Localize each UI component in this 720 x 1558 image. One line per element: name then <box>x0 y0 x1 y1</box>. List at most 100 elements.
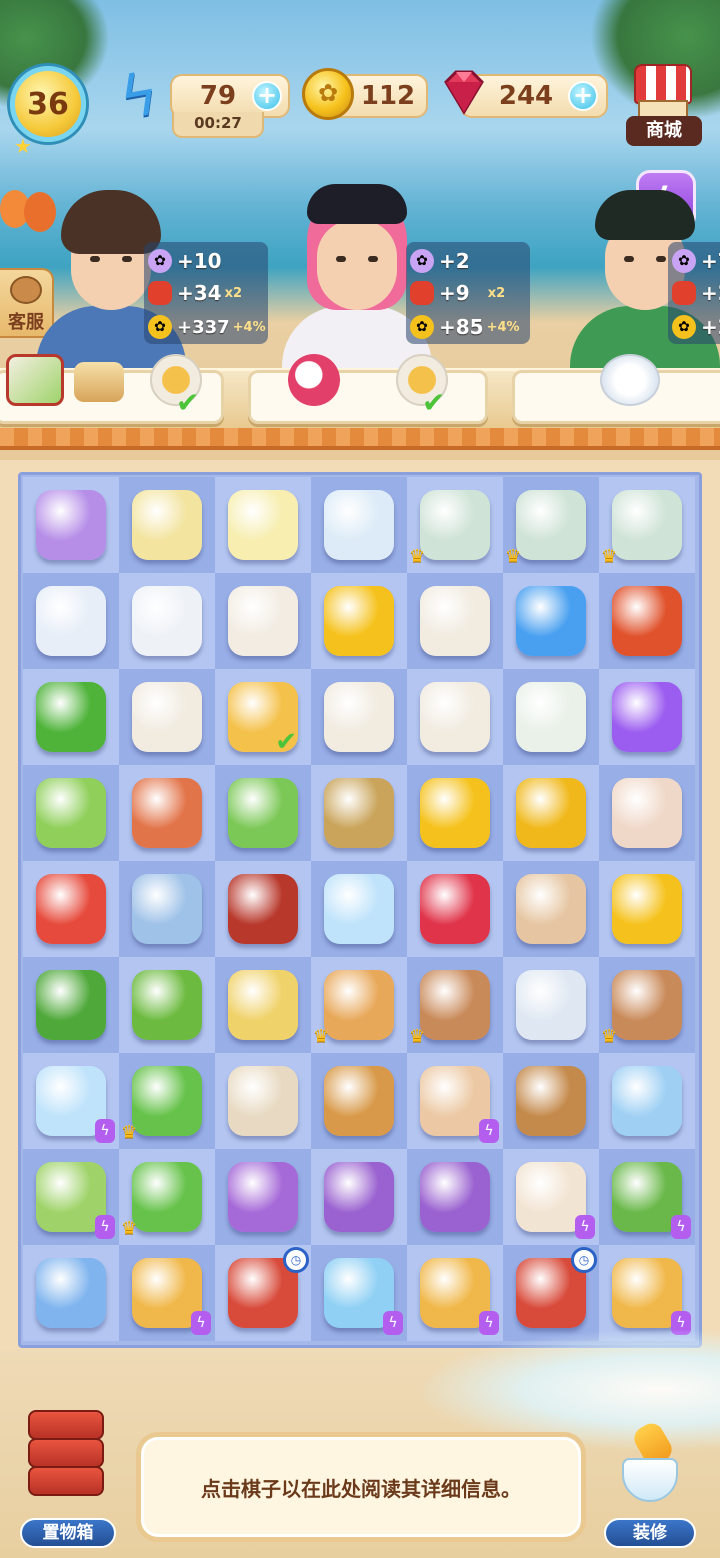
board-cell[interactable] <box>119 957 215 1053</box>
board-cell[interactable] <box>119 765 215 861</box>
decorate-label[interactable]: 装修 <box>604 1518 696 1548</box>
ice-bucket-icon[interactable] <box>612 1066 682 1136</box>
board-cell[interactable] <box>407 1149 503 1245</box>
board-cell[interactable] <box>23 765 119 861</box>
oyster-icon[interactable] <box>612 778 682 848</box>
tea-cup-icon[interactable] <box>228 586 298 656</box>
lipstick-icon[interactable] <box>228 1162 298 1232</box>
board-cell[interactable] <box>215 861 311 957</box>
luffa-slice-icon[interactable] <box>132 1066 202 1136</box>
glass-box-icon[interactable] <box>132 874 202 944</box>
board-cell[interactable] <box>23 957 119 1053</box>
board-cell[interactable] <box>503 957 599 1053</box>
purple-orb-icon[interactable] <box>612 682 682 752</box>
board-cell[interactable]: ϟ <box>23 1053 119 1149</box>
fridge-generator-icon[interactable] <box>36 1258 106 1328</box>
board-cell[interactable] <box>503 573 599 669</box>
luffa-slice-icon[interactable] <box>132 1162 202 1232</box>
peach-icon[interactable] <box>132 778 202 848</box>
board-cell[interactable] <box>311 765 407 861</box>
board-cell[interactable] <box>503 669 599 765</box>
gold-coins-icon[interactable] <box>420 778 490 848</box>
storage-box-label[interactable]: 置物箱 <box>20 1518 116 1548</box>
board-cell[interactable] <box>215 957 311 1053</box>
board-cell[interactable]: ♛ <box>119 1053 215 1149</box>
gold-coin-pile-icon[interactable] <box>516 778 586 848</box>
board-cell[interactable] <box>215 765 311 861</box>
powder-compact-icon[interactable] <box>324 1162 394 1232</box>
board-cell[interactable] <box>215 1149 311 1245</box>
board-cell[interactable] <box>599 861 695 957</box>
board-cell[interactable]: ♛ <box>599 477 695 573</box>
board-cell[interactable] <box>119 573 215 669</box>
blue-orb-icon[interactable] <box>516 586 586 656</box>
board-cell[interactable] <box>119 477 215 573</box>
board-cell[interactable] <box>503 1053 599 1149</box>
board-cell[interactable] <box>23 573 119 669</box>
board-cell[interactable]: ♛ <box>311 957 407 1053</box>
board-cell[interactable]: ϟ <box>407 1245 503 1341</box>
board-cell[interactable]: ♛ <box>407 477 503 573</box>
board-cell[interactable] <box>311 669 407 765</box>
cabbage-icon[interactable] <box>228 778 298 848</box>
board-cell[interactable]: ♛ <box>599 957 695 1053</box>
ice-bowl-icon[interactable] <box>324 874 394 944</box>
seafood-platter-icon[interactable] <box>324 970 394 1040</box>
board-cell[interactable] <box>599 1053 695 1149</box>
board-cell[interactable] <box>311 477 407 573</box>
board-cell[interactable] <box>599 765 695 861</box>
board-cell[interactable] <box>407 573 503 669</box>
board-cell[interactable] <box>599 669 695 765</box>
okra-icon[interactable] <box>132 970 202 1040</box>
board-cell[interactable]: ϟ <box>503 1149 599 1245</box>
board-cell[interactable] <box>215 1053 311 1149</box>
add-gems-button[interactable]: + <box>568 81 598 111</box>
board-cell[interactable] <box>311 1149 407 1245</box>
fishing-rod-icon[interactable] <box>228 970 298 1040</box>
board-cell[interactable] <box>311 1053 407 1149</box>
board-cell[interactable] <box>599 573 695 669</box>
broccoli-icon[interactable] <box>36 970 106 1040</box>
board-cell[interactable] <box>215 477 311 573</box>
white-teapot-icon[interactable] <box>132 586 202 656</box>
board-cell[interactable] <box>215 573 311 669</box>
board-cell[interactable] <box>407 861 503 957</box>
merge-board[interactable]: ♛ ♛ ♛ ✔ ♛ ♛ ♛ ϟ ♛ ϟ ϟ ♛ ϟ ϟ ϟ ◷ ϟ ϟ ◷ ϟ <box>18 472 702 1348</box>
hairy-crab-icon[interactable] <box>324 778 394 848</box>
board-cell[interactable]: ♛ <box>119 1149 215 1245</box>
glass-teapot-icon[interactable] <box>324 490 394 560</box>
sake-set-icon[interactable] <box>420 490 490 560</box>
board-cell[interactable]: ϟ <box>23 1149 119 1245</box>
board-cell[interactable]: ♛ <box>407 957 503 1053</box>
board-cell[interactable] <box>23 861 119 957</box>
board-cell[interactable] <box>407 669 503 765</box>
hourglass-icon[interactable] <box>516 1066 586 1136</box>
board-cell[interactable] <box>407 765 503 861</box>
paint-brush-icon[interactable] <box>608 1419 698 1524</box>
porcelain-bowl-icon[interactable] <box>516 970 586 1040</box>
board-cell[interactable]: ◷ <box>215 1245 311 1341</box>
gold-coin-icon[interactable] <box>324 586 394 656</box>
board-cell[interactable] <box>23 669 119 765</box>
sake-cup-icon[interactable] <box>516 682 586 752</box>
board-cell[interactable] <box>23 1245 119 1341</box>
paper-bag-icon[interactable] <box>516 874 586 944</box>
pomegranate-icon[interactable] <box>228 874 298 944</box>
ice-cream-basket-icon[interactable] <box>420 970 490 1040</box>
board-cell[interactable] <box>23 477 119 573</box>
player-level-badge[interactable]: 36 <box>10 66 86 142</box>
board-cell[interactable]: ✔ <box>215 669 311 765</box>
sake-set-icon[interactable] <box>612 490 682 560</box>
ruby-gems-icon[interactable] <box>420 874 490 944</box>
board-cell[interactable] <box>119 669 215 765</box>
lidded-tea-bowl-icon[interactable] <box>132 682 202 752</box>
red-apple-icon[interactable] <box>612 586 682 656</box>
tofu-cake-plate-icon[interactable] <box>132 490 202 560</box>
lidded-tea-bowl-icon[interactable] <box>420 586 490 656</box>
hydrangea-pot-icon[interactable] <box>36 490 106 560</box>
add-energy-button[interactable]: + <box>252 81 282 111</box>
perfume-bottle-icon[interactable] <box>420 1162 490 1232</box>
sake-set-icon[interactable] <box>516 490 586 560</box>
board-cell[interactable]: ϟ <box>599 1149 695 1245</box>
lidded-tea-bowl-icon[interactable] <box>420 682 490 752</box>
